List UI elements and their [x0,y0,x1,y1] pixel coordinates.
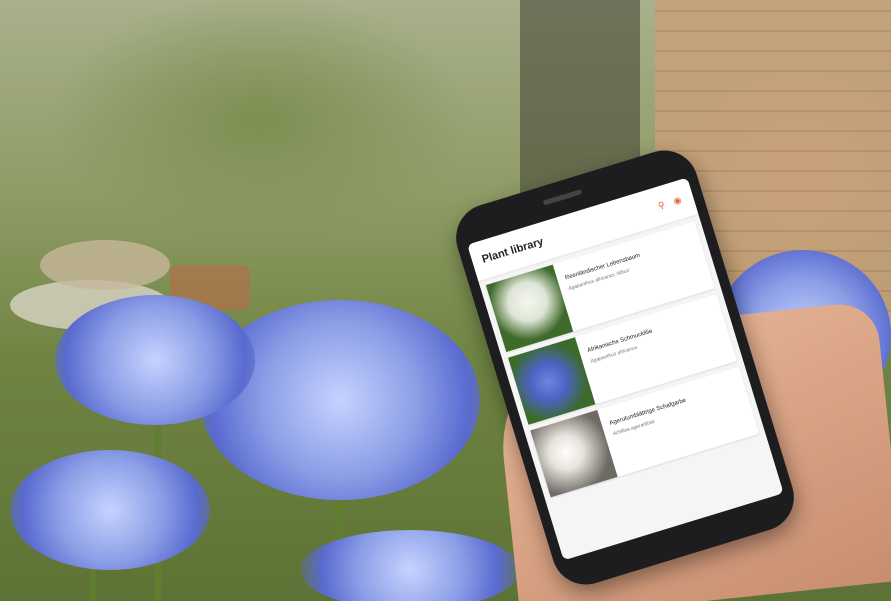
agapanthus-flower [10,450,210,570]
agapanthus-flower [55,295,255,425]
camera-icon[interactable]: ◉ [672,194,684,206]
garden-photo: Plant library ⚲ ◉ Reenländischer Lebensb… [0,0,891,601]
planter-bowl [40,240,170,290]
agapanthus-flower [300,530,520,601]
search-icon[interactable]: ⚲ [657,199,669,211]
phone-speaker [542,189,583,206]
